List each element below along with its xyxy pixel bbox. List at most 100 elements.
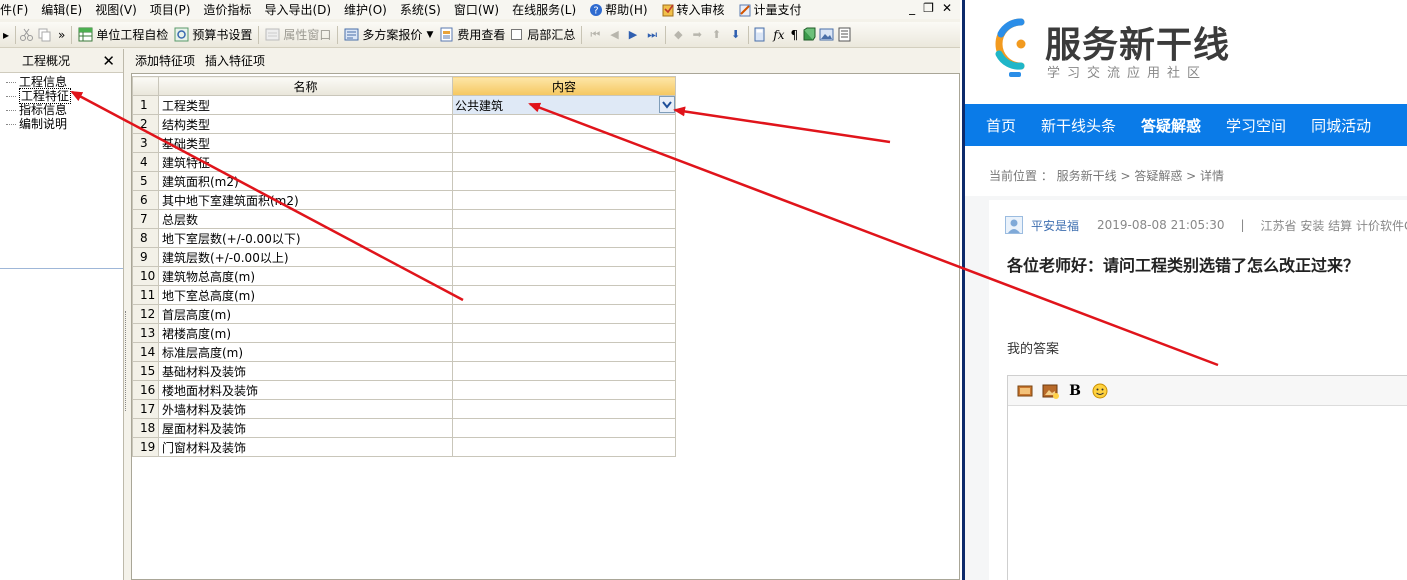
move-right-icon[interactable]: ➡ [693,28,702,41]
insert-photo-icon[interactable] [1041,382,1059,400]
feature-name-cell[interactable]: 屋面材料及装饰 [158,418,453,438]
tree-item-project-info[interactable]: 工程信息 [6,75,123,89]
insert-image-icon[interactable] [1016,382,1034,400]
first-record-icon[interactable]: ⏮ [590,28,600,42]
table-row[interactable]: 7 总层数 [132,209,676,229]
table-row[interactable]: 17 外墙材料及装饰 [132,399,676,419]
row-number[interactable]: 9 [132,247,159,267]
feature-name-cell[interactable]: 结构类型 [158,114,453,134]
feature-content-cell[interactable] [452,361,676,381]
tree-item-project-features[interactable]: 工程特征 [6,88,123,104]
table-row[interactable]: 18 屋面材料及装饰 [132,418,676,438]
next-record-icon[interactable]: ▶ [629,28,637,41]
feature-name-cell[interactable]: 建筑特征 [158,152,453,172]
row-number[interactable]: 2 [132,114,159,134]
previous-record-icon[interactable]: ◀ [610,28,618,41]
row-number[interactable]: 17 [132,399,159,419]
table-row[interactable]: 2 结构类型 [132,114,676,134]
feature-content-cell[interactable] [452,133,676,153]
minimize-button[interactable]: _ [909,1,915,15]
feature-name-cell[interactable]: 建筑层数(+/-0.00以上) [158,247,453,267]
property-window-button[interactable]: 属性窗口 [265,26,331,43]
feature-content-cell[interactable] [452,304,676,324]
table-row[interactable]: 3 基础类型 [132,133,676,153]
post-author[interactable]: 平安是福 [1031,217,1079,234]
feature-name-cell[interactable]: 建筑物总高度(m) [158,266,453,286]
menu-audit[interactable]: 转入审核 [661,1,732,18]
toolbar-overflow-left[interactable]: ▸ [3,28,9,42]
table-row[interactable]: 6 其中地下室建筑面积(m2) [132,190,676,210]
nav-home[interactable]: 首页 [986,115,1016,136]
column-header-content[interactable]: 内容 [452,76,676,96]
cube-icon[interactable] [801,27,816,42]
table-row[interactable]: 9 建筑层数(+/-0.00以上) [132,247,676,267]
feature-content-cell[interactable] [452,152,676,172]
feature-content-cell[interactable] [452,437,676,457]
copy-icon[interactable] [37,27,52,42]
close-icon[interactable]: ✕ [102,52,115,70]
insert-feature-button[interactable]: 插入特征项 [205,52,265,69]
table-row[interactable]: 10 建筑物总高度(m) [132,266,676,286]
table-row[interactable]: 5 建筑面积(m2) [132,171,676,191]
table-row[interactable]: 15 基础材料及装饰 [132,361,676,381]
menu-project[interactable]: 项目(P) [150,1,198,18]
feature-content-cell[interactable] [452,380,676,400]
row-number[interactable]: 15 [132,361,159,381]
menu-maintain[interactable]: 维护(O) [344,1,394,18]
unit-check-button[interactable]: 单位工程自检 [78,26,168,43]
add-feature-button[interactable]: 添加特征项 [135,52,195,69]
bold-button[interactable]: B [1066,382,1084,400]
feature-content-cell[interactable] [452,228,676,248]
feature-name-cell[interactable]: 建筑面积(m2) [158,171,453,191]
row-number[interactable]: 13 [132,323,159,343]
feature-name-cell[interactable]: 其中地下室建筑面积(m2) [158,190,453,210]
table-row[interactable]: 8 地下室层数(+/-0.00以下) [132,228,676,248]
table-row[interactable]: 12 首层高度(m) [132,304,676,324]
row-number[interactable]: 8 [132,228,159,248]
feature-name-cell[interactable]: 工程类型 [158,95,453,115]
feature-name-cell[interactable]: 基础类型 [158,133,453,153]
restore-button[interactable]: ❐ [923,1,934,15]
feature-name-cell[interactable]: 地下室总高度(m) [158,285,453,305]
budget-settings-button[interactable]: 预算书设置 [174,26,252,43]
row-number[interactable]: 7 [132,209,159,229]
tree-item-index-info[interactable]: 指标信息 [6,103,123,117]
row-number[interactable]: 12 [132,304,159,324]
feature-content-cell[interactable] [452,114,676,134]
row-number[interactable]: 5 [132,171,159,191]
menu-import-export[interactable]: 导入导出(D) [264,1,338,18]
last-record-icon[interactable]: ⏭ [647,28,657,42]
menu-online-service[interactable]: 在线服务(L) [512,1,583,18]
nav-headlines[interactable]: 新干线头条 [1041,115,1116,136]
table-row[interactable]: 16 楼地面材料及装饰 [132,380,676,400]
feature-name-cell[interactable]: 楼地面材料及装饰 [158,380,453,400]
answer-editor[interactable]: B [1007,375,1407,580]
row-number[interactable]: 18 [132,418,159,438]
menu-edit[interactable]: 编辑(E) [41,1,89,18]
feature-name-cell[interactable]: 外墙材料及装饰 [158,399,453,419]
feature-content-cell[interactable] [452,418,676,438]
close-window-button[interactable]: ✕ [942,1,952,15]
feature-name-cell[interactable]: 总层数 [158,209,453,229]
partial-summary-toggle[interactable]: 局部汇总 [511,26,575,43]
column-header-name[interactable]: 名称 [158,76,453,96]
cost-view-button[interactable]: 费用查看 [439,26,505,43]
row-number[interactable]: 6 [132,190,159,210]
move-up-icon[interactable]: ⬆ [712,28,721,41]
toolbar-overflow[interactable]: » [58,28,65,42]
menu-cost-index[interactable]: 造价指标 [203,1,258,18]
feature-name-cell[interactable]: 基础材料及装饰 [158,361,453,381]
menu-window[interactable]: 窗口(W) [454,1,506,18]
feature-content-cell[interactable] [452,266,676,286]
nav-qa[interactable]: 答疑解惑 [1141,115,1201,136]
site-logo[interactable]: 服务新干线 学习交流应用社区 [985,14,1285,84]
project-type-select[interactable]: 公共建筑 [452,95,676,115]
row-number[interactable]: 19 [132,437,159,457]
dropdown-chevron-icon[interactable] [659,96,675,113]
table-row[interactable]: 14 标准层高度(m) [132,342,676,362]
nav-learning[interactable]: 学习空间 [1226,115,1286,136]
row-number[interactable]: 11 [132,285,159,305]
row-number[interactable]: 4 [132,152,159,172]
feature-content-cell[interactable] [452,323,676,343]
row-number[interactable]: 1 [132,95,159,115]
